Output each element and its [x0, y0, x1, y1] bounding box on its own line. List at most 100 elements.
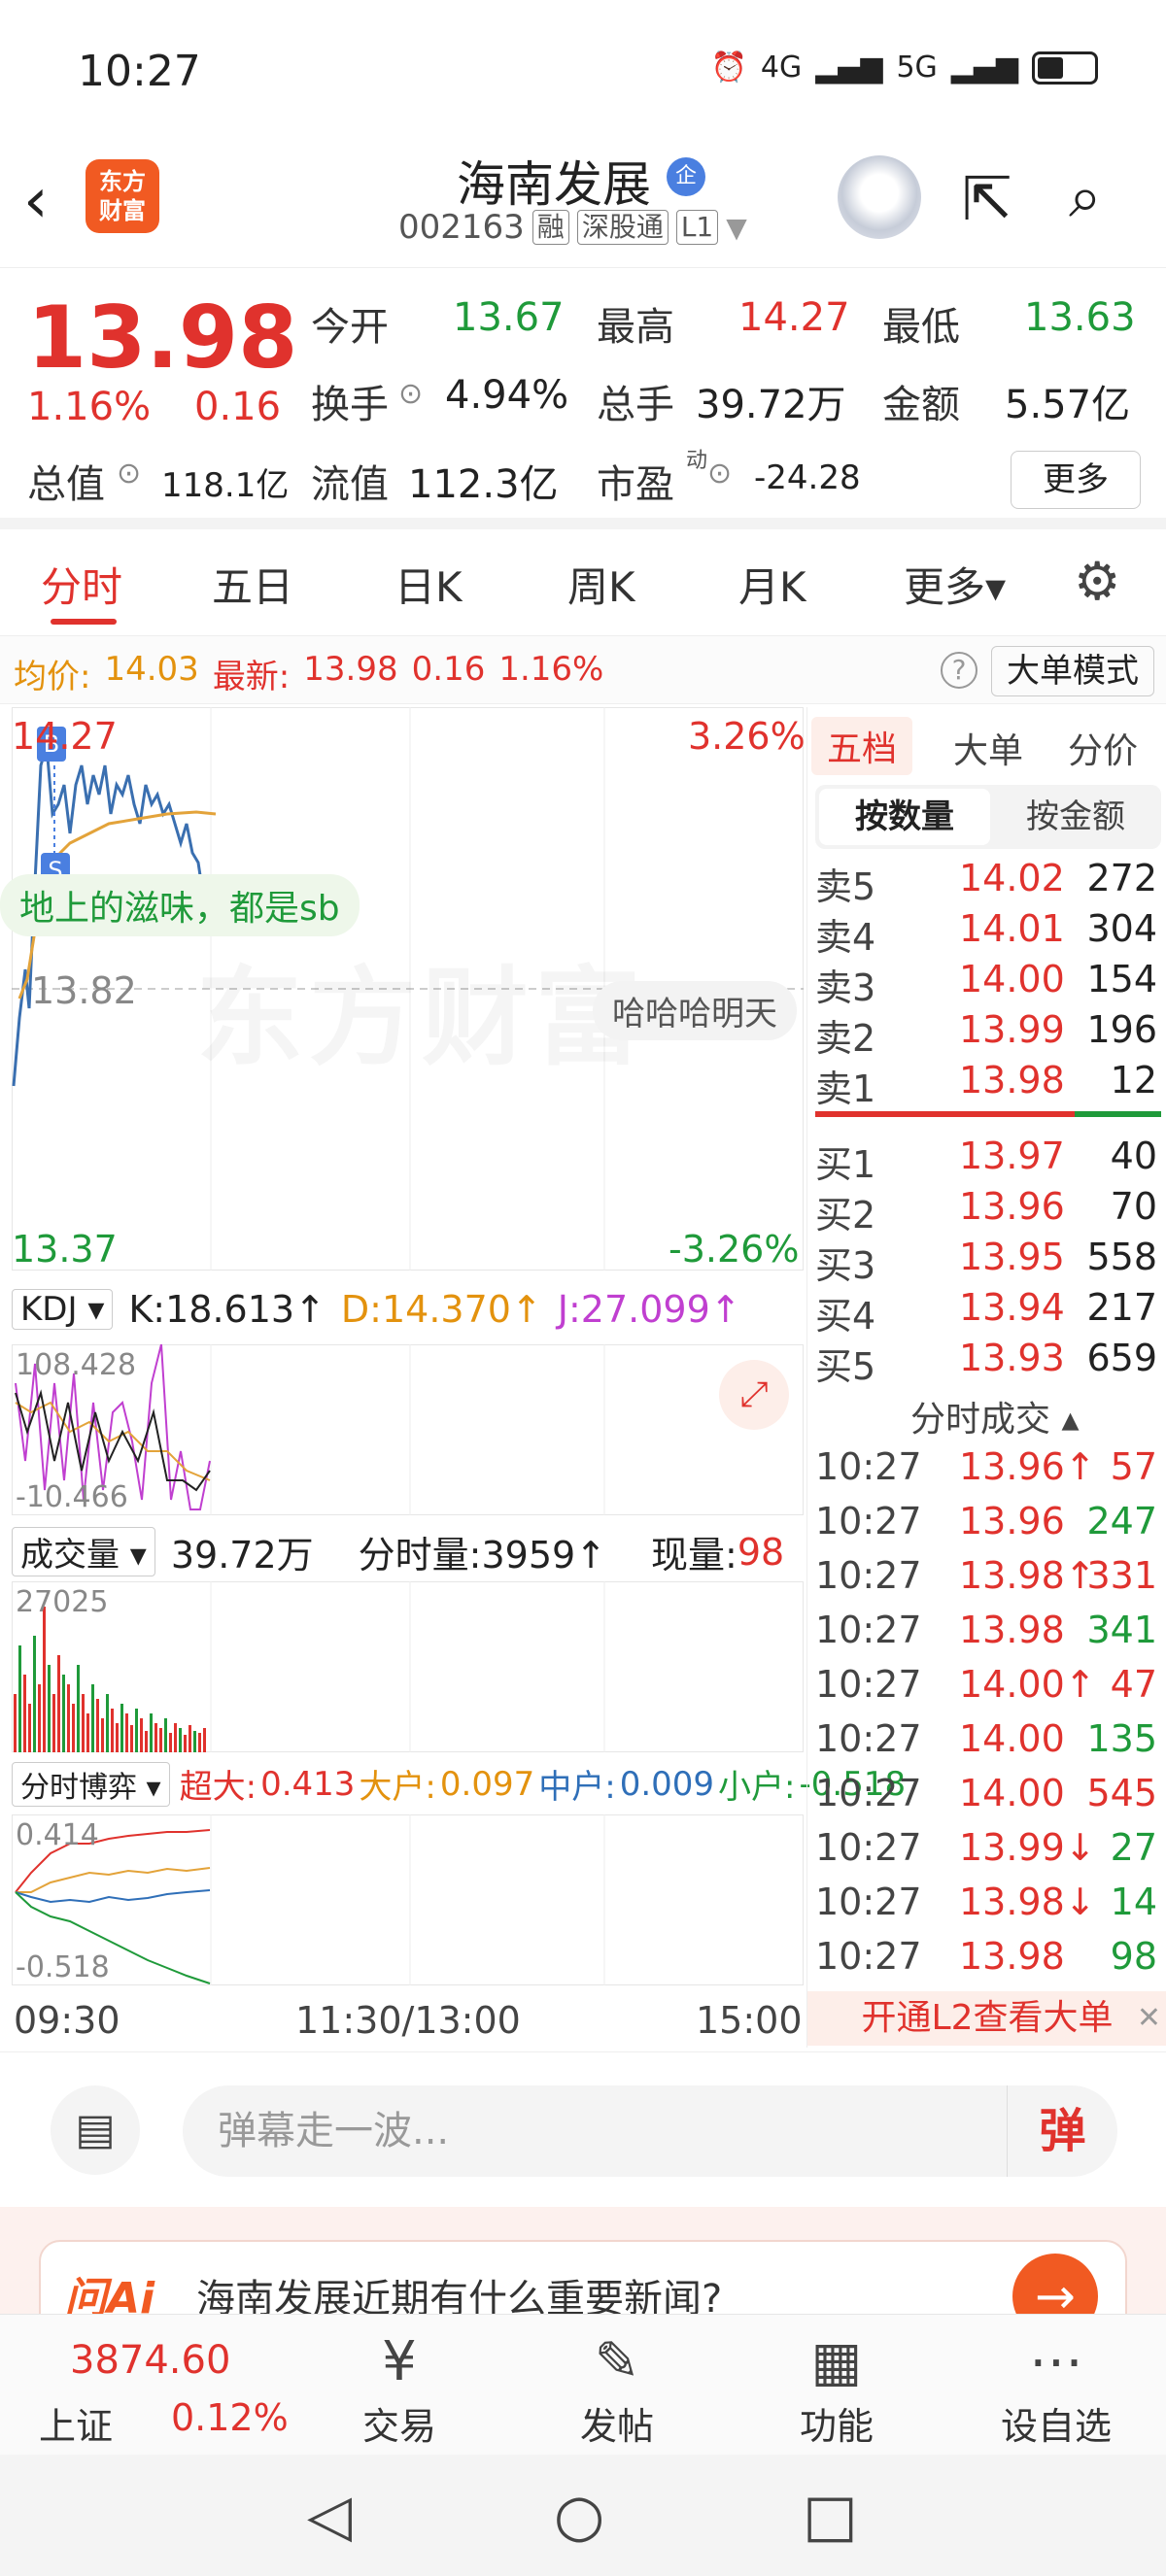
l2-upgrade-banner[interactable]: 开通L2查看大单 ✕ [807, 1991, 1166, 2046]
search-icon[interactable]: ⌕ [1069, 163, 1102, 231]
tab-big-orders[interactable]: 大单 [953, 723, 1023, 773]
more-button[interactable]: 更多 [1011, 451, 1141, 509]
index-name: 上证 [39, 2405, 114, 2448]
mcap-value: 118.1亿 [161, 466, 290, 505]
gear-icon[interactable]: ⚙ [1074, 551, 1120, 612]
trade-volume: 341 [1086, 1609, 1157, 1651]
trade-time: 10:27 [815, 1881, 922, 1923]
ask-volume: 304 [1086, 907, 1157, 950]
flow-mid-line [15, 1889, 211, 1904]
volume-bar [86, 1713, 89, 1752]
enterprise-badge-icon: 企 [667, 157, 705, 196]
ask-row: 卖3 14.00 154 [815, 958, 1161, 1009]
expand-icon[interactable]: ⤢ [719, 1360, 789, 1430]
kdj-selector[interactable]: KDJ ▾ [12, 1289, 114, 1330]
trade-time: 10:27 [815, 1717, 922, 1760]
tab-weekly-k[interactable]: 周K [567, 555, 635, 614]
volume-bar [184, 1735, 187, 1752]
back-triangle-icon[interactable]: ◁ [307, 2482, 352, 2550]
flow-super: 0.413 [260, 1764, 356, 1804]
flow-max: 0.414 [16, 1818, 99, 1852]
nav-trade[interactable]: ¥ 交易 [326, 2328, 472, 2450]
volume-bar [111, 1709, 114, 1752]
low-value: 13.63 [1024, 295, 1136, 340]
close-icon[interactable]: ✕ [1137, 1991, 1161, 2046]
danmaku-settings-icon[interactable]: ▤ [51, 2085, 140, 2175]
volume-bar [140, 1718, 143, 1752]
volume-bar [72, 1704, 75, 1752]
home-circle-icon[interactable]: ○ [554, 2482, 604, 2550]
bid-label: 买2 [815, 1194, 876, 1237]
trade-price: 13.98↓ [959, 1881, 1096, 1923]
toggle-by-quantity[interactable]: 按数量 [819, 789, 990, 845]
bid-row: 买4 13.94 217 [815, 1286, 1161, 1338]
help-icon[interactable]: ? [941, 652, 977, 689]
volume-bar [159, 1728, 162, 1752]
volume-selector[interactable]: 成交量 ▾ [12, 1527, 155, 1576]
kdj-header: KDJ ▾ K:18.613↑ D:14.370↑ J:27.099↑ [12, 1288, 741, 1331]
change-percent: 1.16% [27, 385, 152, 429]
more-icon: ⋯ [1029, 2330, 1083, 2393]
float-label: 流值 [311, 462, 389, 507]
kdj-min: -10.466 [16, 1480, 128, 1514]
stock-code-row[interactable]: 002163 融 深股通 L1 ▼ [398, 208, 747, 247]
trade-price: 14.00↑ [959, 1663, 1096, 1706]
flow-mid: 0.009 [619, 1764, 715, 1804]
margin-tag: 融 [532, 210, 569, 245]
watermark: 东方财富 [196, 931, 647, 1086]
tab-intraday[interactable]: 分时 [41, 555, 122, 614]
volume-bar [57, 1655, 60, 1752]
volume-bar [193, 1731, 196, 1752]
nav-add-watchlist[interactable]: ⋯ 设自选 [983, 2328, 1129, 2450]
info-icon[interactable]: ⊙ [398, 377, 423, 411]
tab-price-volume[interactable]: 分价 [1068, 723, 1138, 773]
flow-big-label: 大户: [359, 1768, 436, 1807]
bid-label: 买1 [815, 1143, 876, 1186]
status-icons: ⏰ 4G ▂▄▆ 5G ▂▄▆ [711, 51, 1098, 85]
trade-volume: 98 [1110, 1935, 1157, 1978]
tab-monthly-k[interactable]: 月K [738, 555, 806, 614]
tab-more[interactable]: 更多▾ [904, 555, 1006, 614]
trade-row: 10:27 13.98 98 [815, 1935, 1161, 1985]
toggle-by-amount[interactable]: 按金额 [990, 789, 1161, 845]
app-logo[interactable]: 东方 财富 [86, 159, 159, 233]
pe-label: 市盈 [597, 462, 674, 507]
robot-avatar[interactable] [838, 155, 921, 239]
trade-time: 10:27 [815, 1826, 922, 1869]
danmaku-bubble[interactable]: 哈哈哈明天 [593, 981, 797, 1040]
trade-volume: 247 [1086, 1500, 1157, 1542]
flow-selector[interactable]: 分时博弈 ▾ [12, 1761, 170, 1807]
price-high: 14.27 [12, 715, 118, 758]
info-icon[interactable]: ⊙ [117, 457, 141, 491]
bid-row: 买5 13.93 659 [815, 1337, 1161, 1388]
nav-post[interactable]: ✎ 发帖 [544, 2328, 690, 2450]
nav-functions[interactable]: ▦ 功能 [764, 2328, 909, 2450]
recent-square-icon[interactable]: □ [803, 2482, 858, 2550]
intraday-chart-area[interactable]: B S 14.27 3.26% 13.82 13.37 -3.26% 东方财富 … [0, 707, 906, 1999]
unit-toggle[interactable]: 按数量 按金额 [815, 785, 1161, 849]
back-icon[interactable]: ‹ [23, 165, 49, 237]
tab-five-levels[interactable]: 五档 [811, 717, 913, 775]
trades-title[interactable]: 分时成交 ▴ [910, 1391, 1080, 1441]
trade-price: 13.98 [959, 1609, 1065, 1651]
status-time: 10:27 [78, 47, 201, 96]
trade-row: 10:27 13.98 341 [815, 1609, 1161, 1659]
volume-bars [14, 1607, 206, 1752]
big-order-mode-button[interactable]: 大单模式 [991, 646, 1154, 696]
ai-card: 问Ai 海南发展近期有什么重要新闻? → [0, 2207, 1166, 2347]
ask-label: 卖2 [815, 1017, 876, 1060]
ask-volume: 12 [1110, 1059, 1157, 1102]
trade-row: 10:27 14.00 545 [815, 1772, 1161, 1822]
volume-chart-svg [14, 1581, 605, 1752]
danmaku-bubble[interactable]: 地上的滋味，都是sb [0, 874, 360, 936]
danmaku-toggle-button[interactable]: 弹 [1007, 2085, 1117, 2177]
trade-volume: 27 [1110, 1826, 1157, 1869]
tab-daily-k[interactable]: 日K [394, 555, 463, 614]
info-icon[interactable]: ⊙ [707, 457, 732, 491]
share-icon[interactable]: ⇱ [962, 163, 1012, 234]
tab-five-day[interactable]: 五日 [212, 555, 293, 614]
danmaku-input[interactable]: 弹幕走一波... [183, 2085, 1117, 2177]
tab-indicator [51, 619, 117, 625]
bid-label: 买3 [815, 1244, 876, 1287]
volume-bar [101, 1718, 104, 1752]
